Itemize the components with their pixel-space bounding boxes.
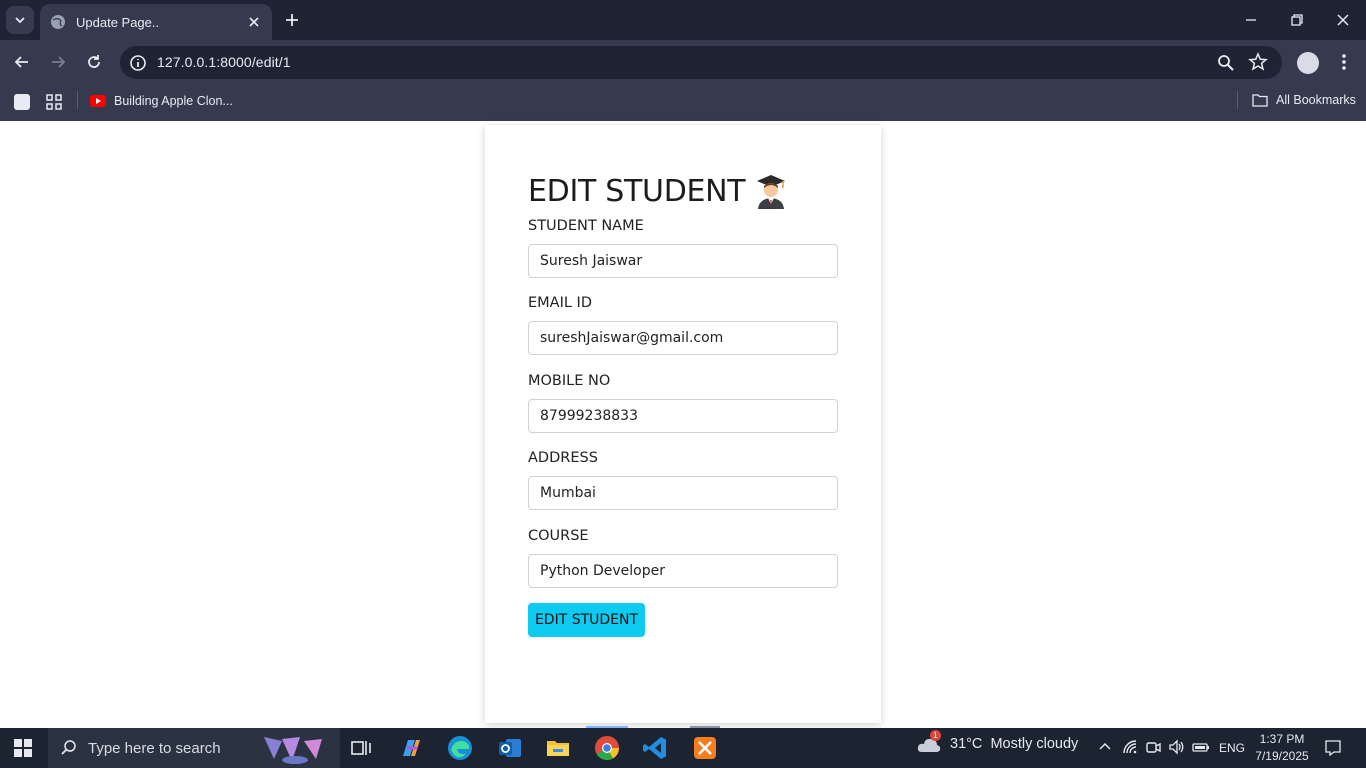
tab-search-button[interactable] — [6, 6, 34, 34]
bookmark-item[interactable]: Building Apple Clon... — [90, 92, 233, 110]
email-input[interactable] — [528, 321, 838, 355]
student-name-input[interactable] — [528, 244, 838, 278]
course-label: COURSE — [528, 528, 589, 544]
student-graduate-icon — [757, 175, 786, 209]
address-input[interactable] — [528, 476, 838, 510]
tab-title: Update Page.. — [76, 14, 160, 30]
cloud-weather-icon: 1 — [916, 730, 942, 754]
chrome-icon[interactable] — [593, 734, 621, 762]
mobile-label: MOBILE NO — [528, 373, 611, 389]
wifi-icon[interactable] — [1121, 738, 1139, 756]
all-bookmarks-button[interactable]: All Bookmarks — [1252, 91, 1356, 109]
tab-group-icon[interactable] — [12, 92, 32, 112]
search-highlight-icon — [264, 737, 322, 764]
url-text[interactable]: 127.0.0.1:8000/edit/1 — [157, 54, 291, 70]
taskbar-search-box[interactable]: Type here to search — [48, 728, 340, 768]
running-app-indicator — [690, 726, 720, 728]
search-placeholder: Type here to search — [88, 740, 221, 757]
clock-time: 1:37 PM — [1259, 732, 1305, 746]
folder-icon — [1252, 94, 1268, 107]
form-heading: EDIT STUDENT — [528, 173, 746, 209]
vscode-icon[interactable] — [641, 734, 669, 762]
notification-icon[interactable] — [1324, 739, 1342, 757]
profile-avatar[interactable] — [1297, 52, 1319, 74]
all-bookmarks-label: All Bookmarks — [1276, 93, 1356, 107]
browser-tab-bar: Update Page.. — [0, 0, 1366, 40]
weather-text: 31°C Mostly cloudy — [950, 736, 1079, 752]
edit-student-button[interactable]: EDIT STUDENT — [528, 603, 645, 637]
student-name-label: STUDENT NAME — [528, 218, 644, 234]
new-tab-icon[interactable] — [282, 10, 302, 30]
weather-alert-badge: 1 — [930, 730, 941, 741]
chevron-up-icon[interactable] — [1096, 738, 1114, 756]
reload-icon[interactable] — [84, 52, 104, 72]
taskbar-clock[interactable]: 1:37 PM 7/19/2025 — [1250, 731, 1314, 765]
mobile-input[interactable] — [528, 399, 838, 433]
page-content: EDIT STUDENT STUDENT NAME EMAIL ID MOBIL… — [0, 121, 1366, 728]
page-title: EDIT STUDENT — [528, 173, 787, 209]
browser-toolbar: 127.0.0.1:8000/edit/1 — [0, 40, 1366, 84]
globe-icon — [51, 15, 65, 29]
file-explorer-icon[interactable] — [544, 734, 572, 762]
volume-icon[interactable] — [1167, 738, 1185, 756]
back-arrow-icon[interactable] — [12, 52, 32, 72]
forward-arrow-icon[interactable] — [48, 52, 68, 72]
email-label: EMAIL ID — [528, 295, 592, 311]
bookmark-divider — [77, 91, 78, 109]
clock-date: 7/19/2025 — [1255, 749, 1309, 763]
active-app-indicator — [586, 726, 628, 728]
windows-start-icon[interactable] — [14, 739, 32, 757]
language-indicator[interactable]: ENG — [1219, 741, 1245, 755]
copilot-icon[interactable] — [397, 734, 425, 762]
menu-dots-icon[interactable] — [1334, 52, 1354, 72]
search-icon — [61, 740, 76, 755]
address-bar[interactable]: 127.0.0.1:8000/edit/1 — [120, 46, 1282, 79]
bookmark-label: Building Apple Clon... — [114, 94, 233, 108]
bookmark-divider — [1237, 91, 1238, 109]
minimize-icon[interactable] — [1241, 10, 1261, 30]
weather-widget[interactable]: 1 31°C Mostly cloudy — [916, 730, 1079, 754]
apps-grid-icon[interactable] — [44, 92, 64, 112]
edge-browser-icon[interactable] — [446, 734, 474, 762]
course-input[interactable] — [528, 554, 838, 588]
camera-icon[interactable] — [1144, 738, 1162, 756]
restore-icon[interactable] — [1287, 10, 1307, 30]
task-view-icon[interactable] — [347, 734, 375, 762]
zoom-icon[interactable] — [1216, 53, 1236, 73]
battery-icon[interactable] — [1192, 738, 1210, 756]
chevron-down-icon — [15, 17, 25, 24]
outlook-icon[interactable] — [496, 734, 524, 762]
active-tab[interactable]: Update Page.. — [40, 4, 272, 40]
bookmark-star-icon[interactable] — [1248, 52, 1268, 72]
close-tab-icon[interactable] — [246, 14, 262, 30]
close-window-icon[interactable] — [1333, 10, 1353, 30]
edit-student-card: EDIT STUDENT STUDENT NAME EMAIL ID MOBIL… — [485, 125, 881, 723]
youtube-icon — [90, 95, 106, 107]
xampp-icon[interactable] — [691, 734, 719, 762]
site-info-icon[interactable] — [128, 53, 148, 73]
address-label: ADDRESS — [528, 450, 598, 466]
